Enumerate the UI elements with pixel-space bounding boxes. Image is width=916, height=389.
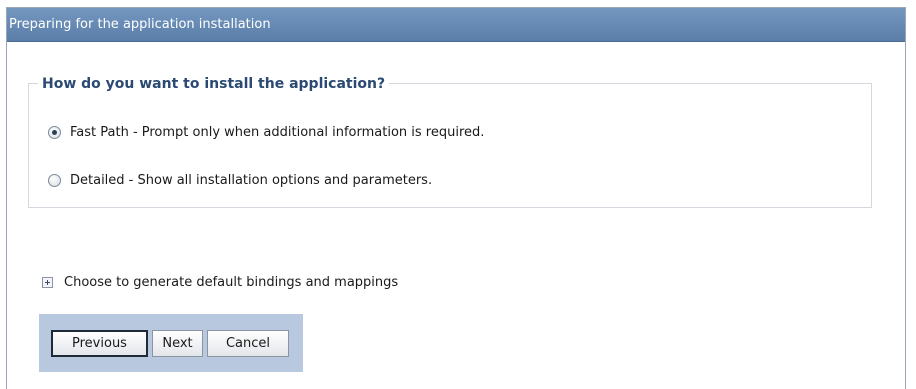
bindings-expander[interactable]: Choose to generate default bindings and …: [42, 273, 398, 291]
bindings-expander-label[interactable]: Choose to generate default bindings and …: [64, 275, 398, 290]
button-bar: Previous Next Cancel: [39, 314, 303, 372]
fast-path-radio[interactable]: [48, 125, 61, 139]
fast-path-option[interactable]: Fast Path - Prompt only when additional …: [48, 123, 484, 141]
install-options-legend: How do you want to install the applicati…: [38, 75, 390, 93]
fast-path-label[interactable]: Fast Path - Prompt only when additional …: [70, 125, 484, 140]
detailed-radio[interactable]: [48, 173, 61, 187]
detailed-option[interactable]: Detailed - Show all installation options…: [48, 171, 432, 189]
install-options-group: [28, 83, 872, 208]
detailed-label[interactable]: Detailed - Show all installation options…: [70, 173, 432, 188]
cancel-button[interactable]: Cancel: [207, 330, 289, 357]
expand-plus-icon[interactable]: [42, 276, 53, 288]
next-button[interactable]: Next: [152, 330, 203, 357]
previous-button[interactable]: Previous: [51, 330, 148, 357]
panel-title: Preparing for the application installati…: [7, 8, 905, 42]
